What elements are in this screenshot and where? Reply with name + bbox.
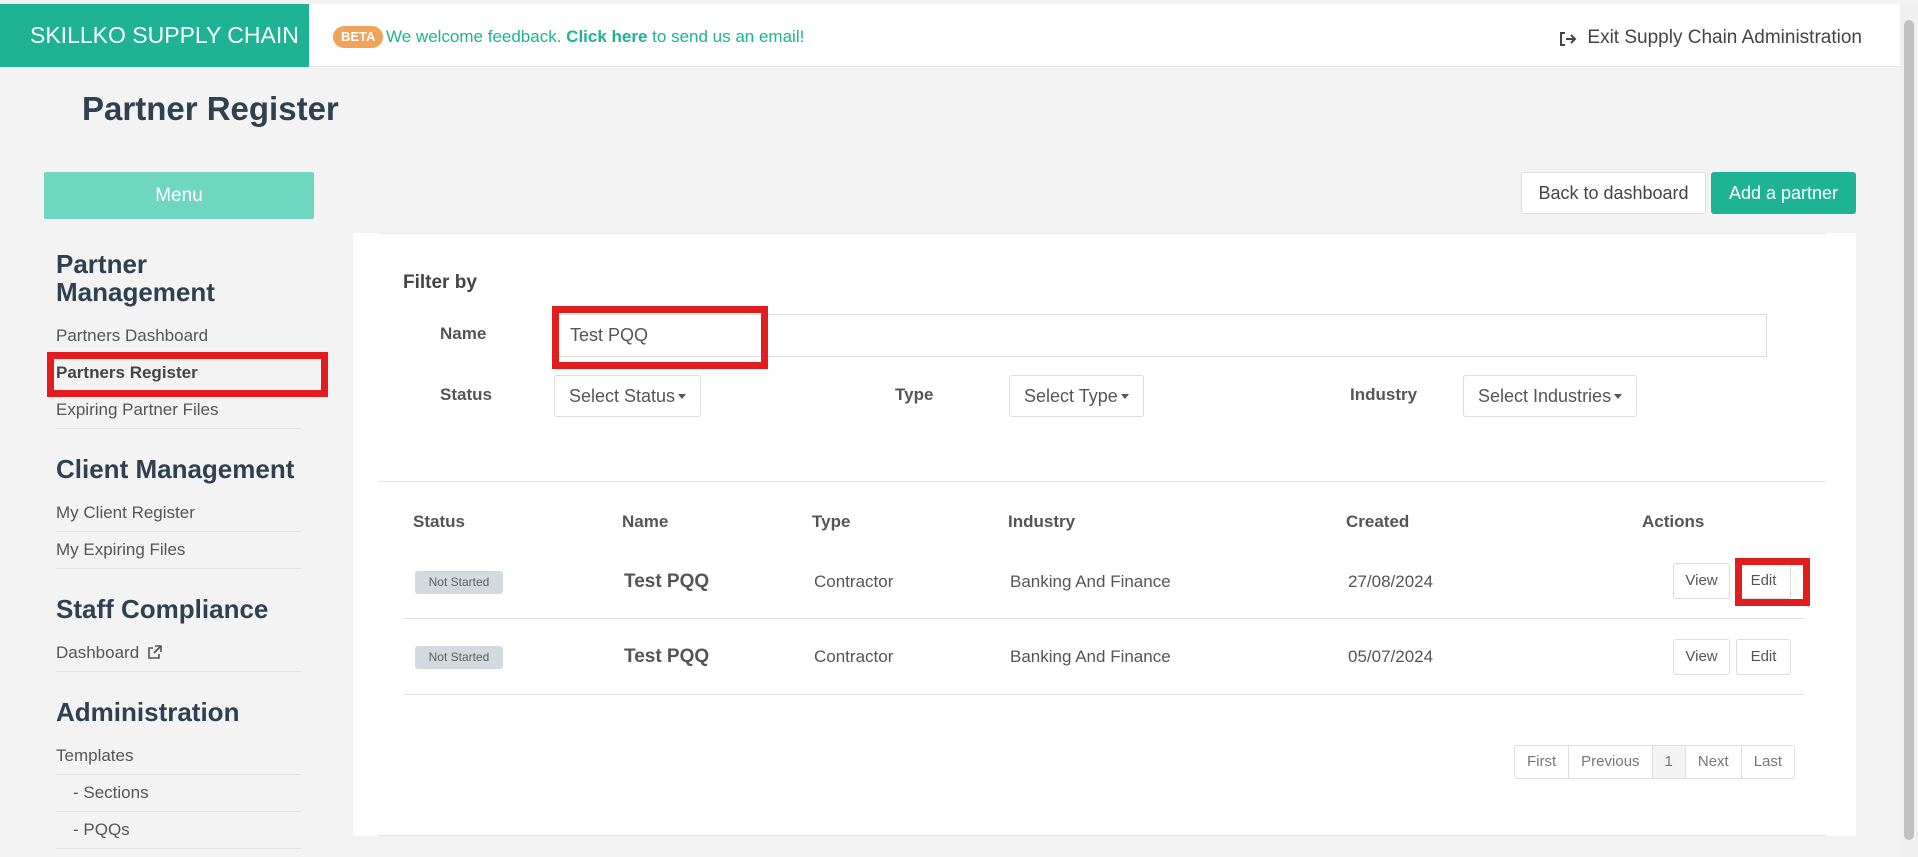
page-title: Partner Register xyxy=(82,90,339,127)
industry-filter-select[interactable]: Select Industries xyxy=(1463,375,1638,417)
sidebar-heading: Staff Compliance xyxy=(56,594,269,624)
name-filter-label: Name xyxy=(440,324,487,343)
column-header-name[interactable]: Name xyxy=(622,512,668,532)
caret-down-icon xyxy=(678,394,687,399)
pagination-last[interactable]: Last xyxy=(1740,746,1794,778)
partner-created: 27/08/2024 xyxy=(1348,572,1434,591)
filter-divider xyxy=(378,481,1826,482)
sidebar-heading: Administration xyxy=(56,697,240,727)
pagination-next[interactable]: Next xyxy=(1684,746,1741,778)
industry-filter-label: Industry xyxy=(1350,385,1418,404)
sidebar-section-partner-management: Partner Management Partners Dashboard Pa… xyxy=(56,250,301,429)
caret-down-icon xyxy=(1120,394,1129,399)
column-header-type[interactable]: Type xyxy=(812,512,850,532)
status-filter-select[interactable]: Select Status xyxy=(554,375,702,417)
column-header-industry[interactable]: Industry xyxy=(1008,512,1075,532)
type-select-value: Select Type xyxy=(1024,386,1118,406)
partner-industry: Banking And Finance xyxy=(1010,647,1171,666)
sidebar-item-my-client-register[interactable]: My Client Register xyxy=(56,495,301,532)
sidebar-section-client-management: Client Management My Client Register My … xyxy=(56,455,301,569)
type-filter-select[interactable]: Select Type xyxy=(1009,375,1144,417)
sidebar-item-templates[interactable]: Templates xyxy=(56,738,301,775)
pagination: First Previous 1 Next Last xyxy=(1514,745,1796,779)
sidebar-item-my-expiring-files[interactable]: My Expiring Files xyxy=(56,532,301,569)
caret-down-icon xyxy=(1614,394,1623,399)
partner-name: Test PQQ xyxy=(624,646,710,667)
exit-admin-label: Exit Supply Chain Administration xyxy=(1587,27,1862,48)
sidebar-item-partners-dashboard[interactable]: Partners Dashboard xyxy=(56,318,301,355)
pagination-previous[interactable]: Previous xyxy=(1568,746,1651,778)
status-select-value: Select Status xyxy=(569,386,676,406)
sign-out-icon xyxy=(1559,30,1577,46)
top-bar: SKILLKO SUPPLY CHAIN BETA We welcome fee… xyxy=(0,4,1900,67)
filter-title: Filter by xyxy=(403,272,477,293)
feedback-prefix: We welcome feedback. xyxy=(386,27,562,46)
row-divider xyxy=(403,694,1805,695)
partner-created: 05/07/2024 xyxy=(1348,647,1434,666)
page-scrollbar[interactable] xyxy=(1900,4,1918,857)
column-header-status[interactable]: Status xyxy=(413,512,465,532)
partner-name: Test PQQ xyxy=(624,571,710,592)
back-to-dashboard-button[interactable]: Back to dashboard xyxy=(1521,172,1706,214)
status-badge: Not Started xyxy=(415,571,503,594)
sidebar-section-administration: Administration Templates - Sections - PQ… xyxy=(56,698,301,849)
sidebar-item-label: Dashboard xyxy=(56,643,140,662)
feedback-message: We welcome feedback. Click here to send … xyxy=(386,26,804,48)
feedback-link[interactable]: Click here xyxy=(566,27,647,46)
pagination-page-1[interactable]: 1 xyxy=(1651,746,1685,778)
exit-admin-link[interactable]: Exit Supply Chain Administration xyxy=(1559,26,1862,50)
partner-type: Contractor xyxy=(814,647,894,666)
view-button[interactable]: View xyxy=(1673,639,1730,675)
type-filter-label: Type xyxy=(895,385,934,404)
brand-logo[interactable]: SKILLKO SUPPLY CHAIN xyxy=(0,4,309,67)
sidebar-item-expiring-partner-files[interactable]: Expiring Partner Files xyxy=(56,392,301,429)
sidebar-heading: Partner Management xyxy=(56,249,215,307)
add-partner-button[interactable]: Add a partner xyxy=(1711,172,1856,214)
panel-bottom-line xyxy=(378,835,1826,836)
feedback-suffix: to send us an email! xyxy=(652,27,805,46)
partner-type: Contractor xyxy=(814,572,894,591)
sidebar: Partner Management Partners Dashboard Pa… xyxy=(56,250,301,849)
sidebar-section-staff-compliance: Staff Compliance Dashboard xyxy=(56,595,301,672)
column-header-created[interactable]: Created xyxy=(1346,512,1409,532)
sidebar-item-pqqs[interactable]: - PQQs xyxy=(56,812,301,849)
industry-select-value: Select Industries xyxy=(1478,386,1612,406)
menu-button[interactable]: Menu xyxy=(44,172,314,219)
scrollbar-thumb[interactable] xyxy=(1904,20,1914,840)
status-badge: Not Started xyxy=(415,646,503,669)
sidebar-item-sections[interactable]: - Sections xyxy=(56,775,301,812)
beta-badge: BETA xyxy=(333,26,384,48)
view-button[interactable]: View xyxy=(1673,563,1730,599)
edit-button[interactable]: Edit xyxy=(1736,639,1791,675)
partner-industry: Banking And Finance xyxy=(1010,572,1171,591)
row-divider xyxy=(403,618,1805,619)
external-link-icon xyxy=(147,644,162,659)
name-filter-input[interactable]: Test PQQ xyxy=(554,314,1767,357)
column-header-actions: Actions xyxy=(1642,512,1705,531)
status-filter-label: Status xyxy=(440,385,492,404)
panel-divider xyxy=(378,233,1826,234)
edit-button[interactable]: Edit xyxy=(1736,563,1791,599)
sidebar-item-partners-register[interactable]: Partners Register xyxy=(56,355,301,392)
pagination-first[interactable]: First xyxy=(1515,746,1568,778)
sidebar-item-dashboard[interactable]: Dashboard xyxy=(56,635,301,672)
sidebar-heading: Client Management xyxy=(56,454,295,484)
